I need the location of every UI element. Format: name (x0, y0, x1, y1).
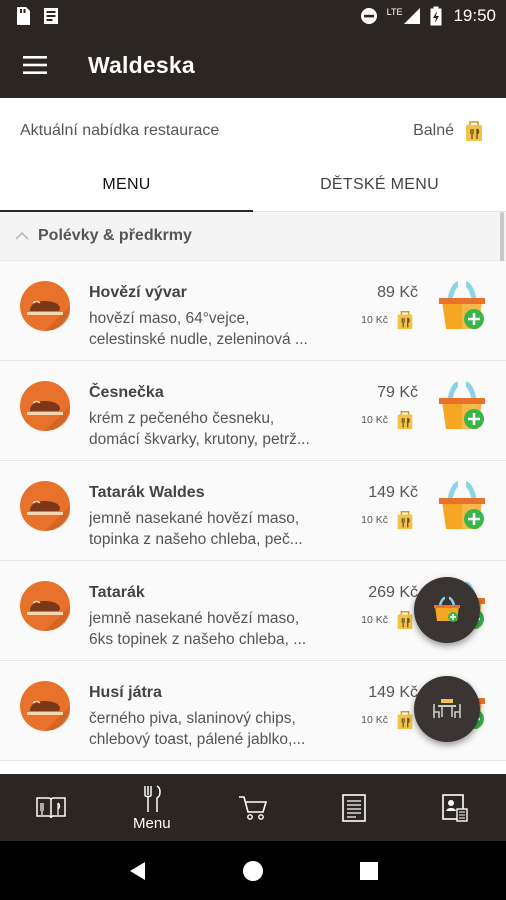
system-nav-bar (0, 841, 506, 900)
item-description-line2: topinka z našeho chleba, peč... (89, 531, 303, 548)
menu-item[interactable]: Hovězí vývar hovězí maso, 64°vejce, celest… (0, 261, 506, 361)
receipt-icon (342, 793, 367, 822)
dish-avatar-icon (20, 381, 70, 431)
back-icon[interactable] (127, 860, 147, 882)
news-icon (44, 8, 58, 24)
item-description-line2: domácí škvarky, krutony, petrž... (89, 431, 310, 448)
takeaway-bag-icon (466, 121, 482, 141)
item-price: 269 Kč (368, 584, 418, 601)
add-to-basket-icon[interactable] (436, 279, 488, 333)
basket-add-icon (434, 596, 460, 622)
item-description-line1: jemně nasekané hovězí maso, (89, 510, 300, 527)
packaging-price: 10 Kč (361, 714, 388, 726)
menu-item[interactable]: Česnečka krém z pečeného česneku, domácí š… (0, 361, 506, 461)
item-description: krém z pečeného česneku, domácí škvarky, … (89, 408, 337, 450)
item-description-line2: chlebový toast, pálené jablko,... (89, 731, 306, 748)
nav-item-book[interactable] (0, 774, 101, 841)
status-time: 19:50 (453, 6, 496, 25)
nav-menu-label: Menu (133, 814, 171, 832)
dish-avatar-icon (20, 581, 70, 631)
menu-item[interactable]: Tatarák Waldes jemně nasekané hovězí maso… (0, 461, 506, 561)
takeaway-bag-icon (397, 711, 413, 730)
item-price: 89 Kč (377, 284, 418, 301)
tab-kids-menu[interactable]: DĚTSKÉ MENU (253, 158, 506, 211)
takeaway-bag-icon (397, 411, 413, 430)
battery-icon (430, 6, 442, 26)
item-name: Tatarák Waldes (89, 484, 205, 501)
item-description-line2: 6ks topinek z našeho chleba, ... (89, 631, 307, 648)
app-title: Waldeska (88, 51, 195, 78)
menu-tabs: MENU DĚTSKÉ MENU (0, 158, 506, 212)
bottom-nav: Menu (0, 774, 506, 841)
cart-fab[interactable] (414, 577, 480, 643)
location-selector[interactable]: Balné (413, 119, 486, 143)
tab-menu-label: MENU (102, 175, 151, 193)
packaging-price: 10 Kč (361, 514, 388, 526)
app-bar: Waldeska (0, 32, 506, 98)
table-fab[interactable] (414, 676, 480, 742)
item-name: Hovězí vývar (89, 284, 187, 301)
dish-avatar-icon (20, 281, 70, 331)
home-icon[interactable] (242, 860, 264, 882)
dish-avatar-icon (20, 681, 70, 731)
add-to-basket-icon[interactable] (436, 479, 488, 533)
item-description-line1: hovězí maso, 64°vejce, (89, 310, 250, 327)
packaging-price: 10 Kč (361, 614, 388, 626)
item-description-line1: jemně nasekané hovězí maso, (89, 610, 300, 627)
recents-icon[interactable] (359, 861, 379, 881)
item-name: Husí játra (89, 684, 162, 701)
item-packaging: 10 Kč (361, 509, 416, 531)
item-packaging: 10 Kč (361, 609, 416, 631)
sd-card-icon (17, 7, 30, 25)
item-packaging: 10 Kč (361, 409, 416, 431)
offer-text: Aktuální nabídka restaurace (20, 122, 220, 139)
chevron-up-icon (15, 231, 29, 240)
network-label: LTE (386, 7, 403, 17)
signal-icon (404, 8, 421, 24)
tab-menu[interactable]: MENU (0, 158, 253, 212)
status-bar: LTE 19:50 (0, 0, 506, 32)
item-description-line1: černého piva, slaninový chips, (89, 710, 296, 727)
nav-item-cart[interactable] (202, 774, 303, 841)
item-description-line2: celestinské nudle, zeleninová ... (89, 331, 308, 348)
item-description-line1: krém z pečeného česneku, (89, 410, 275, 427)
takeaway-bag-icon (397, 611, 413, 630)
tab-kids-menu-label: DĚTSKÉ MENU (320, 175, 439, 193)
section-title: Polévky & předkrmy (38, 227, 192, 244)
takeaway-bag-icon (397, 511, 413, 530)
item-description: černého piva, slaninový chips, chlebový t… (89, 708, 337, 750)
item-packaging: 10 Kč (361, 309, 416, 331)
fork-knife-icon (144, 784, 161, 812)
item-price: 149 Kč (368, 484, 418, 501)
packaging-price: 10 Kč (361, 414, 388, 426)
dnd-icon (360, 8, 377, 24)
item-packaging: 10 Kč (361, 709, 416, 731)
section-header[interactable]: Polévky & předkrmy (0, 212, 506, 261)
item-description: hovězí maso, 64°vejce, celestinské nudle,… (89, 308, 337, 350)
item-name: Česnečka (89, 384, 164, 401)
hamburger-icon (23, 56, 47, 74)
takeaway-bag-icon (397, 311, 413, 330)
table-icon (433, 699, 461, 718)
add-to-basket-icon[interactable] (436, 379, 488, 433)
location-label: Balné (413, 122, 454, 139)
nav-item-receipt[interactable] (304, 774, 405, 841)
item-description: jemně nasekané hovězí maso, topinka z naš… (89, 508, 337, 550)
item-price: 79 Kč (377, 384, 418, 401)
cart-icon (239, 795, 268, 820)
nav-item-menu[interactable]: Menu (101, 774, 202, 841)
restaurant-subheader: Aktuální nabídka restaurace Balné (0, 98, 506, 164)
menu-book-icon (35, 796, 66, 818)
packaging-price: 10 Kč (361, 314, 388, 326)
item-price: 149 Kč (368, 684, 418, 701)
dish-avatar-icon (20, 481, 70, 531)
item-name: Tatarák (89, 584, 145, 601)
nav-item-profile[interactable] (405, 774, 506, 841)
item-description: jemně nasekané hovězí maso, 6ks topinek z… (89, 608, 337, 650)
profile-card-icon (442, 793, 469, 822)
hamburger-menu-button[interactable] (0, 32, 70, 98)
